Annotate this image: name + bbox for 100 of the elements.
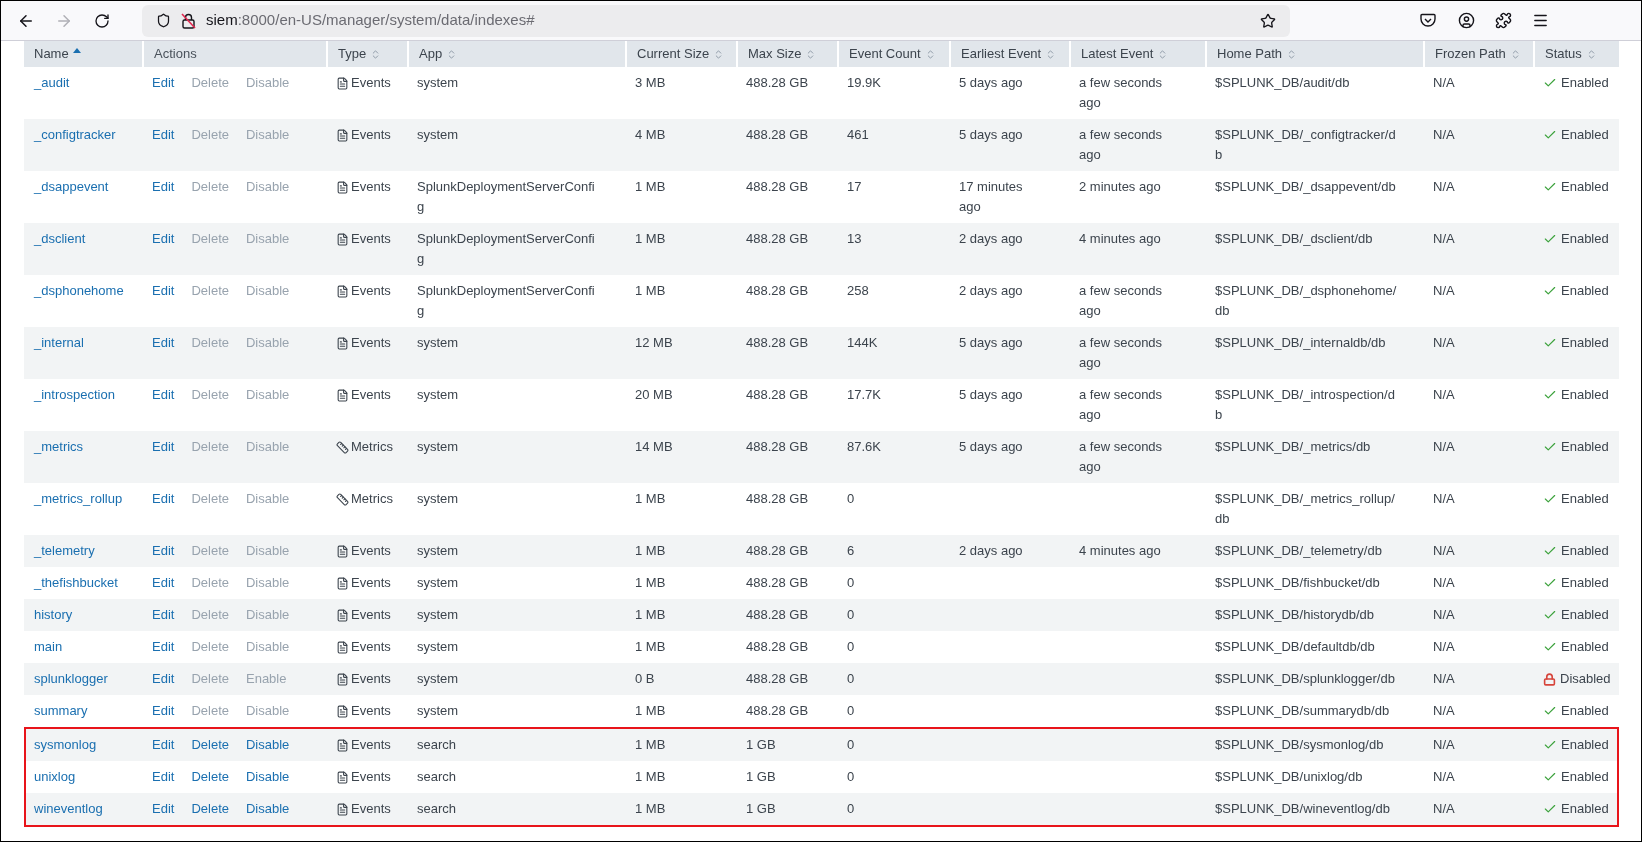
index-name-link[interactable]: _metrics <box>34 439 84 454</box>
column-header[interactable]: Name <box>24 41 142 67</box>
table-cell-text: 1 GB <box>746 800 777 818</box>
action-link[interactable]: Edit <box>152 489 175 509</box>
status-label: Enabled <box>1561 736 1609 754</box>
action-link[interactable]: Edit <box>152 281 175 301</box>
index-name-link[interactable]: _thefishbucket <box>34 575 118 590</box>
index-name-link[interactable]: splunklogger <box>34 671 108 686</box>
table-cell-text: N/A <box>1433 126 1456 144</box>
index-name-link[interactable]: _audit <box>34 75 70 90</box>
action-link[interactable]: Edit <box>152 437 175 457</box>
table-cell-text: 0 <box>847 702 856 720</box>
pocket-icon[interactable] <box>1420 13 1436 28</box>
table-cell-text: N/A <box>1433 178 1456 196</box>
action-link[interactable]: Disable <box>246 767 290 787</box>
table-cell-text: 14 MB <box>635 438 674 456</box>
action-link[interactable]: Delete <box>191 767 229 787</box>
table-cell-text: $SPLUNK_DB/unixlog/db <box>1215 768 1364 786</box>
check-icon <box>1543 232 1557 246</box>
index-name-link[interactable]: sysmonlog <box>34 737 97 752</box>
address-bar[interactable]: siem:8000/en-US/manager/system/data/indexes# <box>142 4 1290 37</box>
bookmark-star-icon[interactable] <box>1260 12 1276 29</box>
index-name-link[interactable]: _dsappevent <box>34 179 109 194</box>
action-link[interactable]: Edit <box>152 573 175 593</box>
table-cell-text: $SPLUNK_DB/_internaldb/db <box>1215 334 1387 352</box>
reload-icon[interactable] <box>94 12 110 29</box>
app-name: system <box>417 490 460 508</box>
table-cell-text: a few seconds ago <box>1079 282 1164 320</box>
table-cell-text: N/A <box>1433 230 1456 248</box>
action-link[interactable]: Delete <box>191 735 229 755</box>
index-name-link[interactable]: history <box>34 607 73 622</box>
table-cell-text: $SPLUNK_DB/_telemetry/db <box>1215 542 1383 560</box>
action-link[interactable]: Edit <box>152 767 175 787</box>
type-label: Events <box>351 638 391 656</box>
table-cell-text: 3 MB <box>635 74 667 92</box>
index-name-link[interactable]: summary <box>34 703 88 718</box>
table-cell-text: 1 MB <box>635 230 667 248</box>
action-link[interactable]: Edit <box>152 605 175 625</box>
status-label: Enabled <box>1561 638 1609 656</box>
index-name-link[interactable]: wineventlog <box>34 801 103 816</box>
table-cell-text: a few seconds ago <box>1079 126 1164 164</box>
table-cell-text: a few seconds ago <box>1079 334 1164 372</box>
index-name-link[interactable]: _internal <box>34 335 84 350</box>
action-link[interactable]: Disable <box>246 735 290 755</box>
table-cell-text: N/A <box>1433 670 1456 688</box>
action-link[interactable]: Delete <box>191 799 229 819</box>
index-name-link[interactable]: _dsclient <box>34 231 86 246</box>
ruler-icon <box>336 492 349 506</box>
action-link[interactable]: Edit <box>152 177 175 197</box>
app-name: system <box>417 438 460 456</box>
table-cell-text: $SPLUNK_DB/_configtracker/db <box>1215 126 1397 164</box>
check-icon <box>1543 770 1557 784</box>
action-link[interactable]: Edit <box>152 541 175 561</box>
index-name-link[interactable]: _introspection <box>34 387 115 402</box>
action-link[interactable]: Disable <box>246 799 290 819</box>
table-cell-text: $SPLUNK_DB/fishbucket/db <box>1215 574 1381 592</box>
table-cell-text: 2 days ago <box>959 542 1024 560</box>
table-cell-text: 2 days ago <box>959 282 1024 300</box>
action-link[interactable]: Edit <box>152 799 175 819</box>
index-name-link[interactable]: unixlog <box>34 769 76 784</box>
check-icon <box>1543 544 1557 558</box>
action-link[interactable]: Edit <box>152 125 175 145</box>
action-link[interactable]: Edit <box>152 735 175 755</box>
document-icon <box>336 180 349 194</box>
table-cell-text: 1 MB <box>635 736 667 754</box>
table-cell-text: 4 minutes ago <box>1079 230 1162 248</box>
action-link[interactable]: Edit <box>152 385 175 405</box>
document-icon <box>336 76 349 90</box>
table-cell-text: 1 MB <box>635 800 667 818</box>
action-link[interactable]: Edit <box>152 701 175 721</box>
document-icon <box>336 672 349 686</box>
table-cell-text: N/A <box>1433 574 1456 592</box>
action-link[interactable]: Edit <box>152 73 175 93</box>
menu-icon[interactable] <box>1532 12 1549 29</box>
table-cell-text: 0 <box>847 736 856 754</box>
index-name-link[interactable]: _dsphonehome <box>34 283 124 298</box>
table-cell-text: 17 <box>847 178 863 196</box>
index-name-link[interactable]: main <box>34 639 63 654</box>
status-label: Enabled <box>1561 702 1609 720</box>
document-icon <box>336 770 349 784</box>
action-link[interactable]: Edit <box>152 333 175 353</box>
index-name-link[interactable]: _telemetry <box>34 543 95 558</box>
table-cell-text: 488.28 GB <box>746 386 810 404</box>
extensions-icon[interactable] <box>1495 12 1512 29</box>
index-name-link[interactable]: _configtracker <box>34 127 116 142</box>
insecure-lock-icon[interactable] <box>181 12 196 29</box>
type-label: Events <box>351 574 391 592</box>
table-cell-text: 5 days ago <box>959 438 1024 456</box>
action-link[interactable]: Edit <box>152 669 175 689</box>
table-cell-text: $SPLUNK_DB/_dsclient/db <box>1215 230 1374 248</box>
table-cell-text: 19.9K <box>847 74 882 92</box>
account-icon[interactable] <box>1458 12 1475 29</box>
table-cell-text: 1 MB <box>635 542 667 560</box>
table-cell-text: 0 <box>847 574 856 592</box>
action-link[interactable]: Edit <box>152 229 175 249</box>
table-cell-text: 488.28 GB <box>746 282 810 300</box>
index-name-link[interactable]: _metrics_rollup <box>34 491 123 506</box>
action-link[interactable]: Edit <box>152 637 175 657</box>
app-name: system <box>417 126 460 144</box>
shield-icon[interactable] <box>156 13 171 28</box>
